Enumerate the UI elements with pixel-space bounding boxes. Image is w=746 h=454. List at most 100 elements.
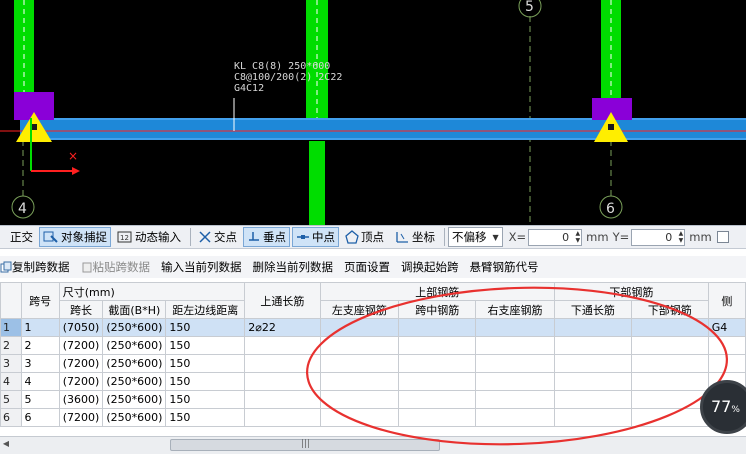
table-row[interactable]: 4 4 (7200) (250*600) 150 (0, 372, 746, 391)
side-rebar-cell[interactable] (707, 336, 746, 355)
span-length-header[interactable]: 跨长 (58, 300, 104, 319)
delete-column-button[interactable]: 删除当前列数据 (253, 259, 334, 275)
mid-span-cell[interactable] (398, 408, 477, 427)
top-through-cell[interactable] (244, 390, 321, 409)
y-offset-input[interactable]: 0 ▲ ▼ (631, 228, 686, 246)
bottom-through-cell[interactable] (553, 390, 632, 409)
left-support-cell[interactable] (319, 408, 400, 427)
rotate-checkbox[interactable] (716, 231, 729, 243)
top-through-cell[interactable] (244, 354, 321, 373)
bottom-rebar-cell[interactable] (630, 354, 709, 373)
left-support-cell[interactable] (319, 354, 400, 373)
mid-span-cell[interactable] (398, 336, 477, 355)
bottom-rebar-cell[interactable] (630, 372, 709, 391)
x-offset-input[interactable]: 0 ▲ ▼ (528, 228, 583, 246)
vertex-snap[interactable]: 顶点 (341, 227, 388, 247)
distance-left-cell[interactable]: 150 (165, 408, 246, 427)
left-support-cell[interactable] (319, 372, 400, 391)
distance-left-cell[interactable]: 150 (165, 372, 246, 391)
section-cell[interactable]: (250*600) (102, 336, 167, 355)
span-no-header[interactable]: 跨号 (20, 282, 60, 319)
right-support-cell[interactable] (475, 390, 555, 409)
row-number[interactable]: 5 (0, 390, 22, 409)
bottom-through-cell[interactable] (553, 372, 632, 391)
table-row[interactable]: 1 1 (7050) (250*600) 150 2⌀22 G4 (0, 318, 746, 337)
right-support-header[interactable]: 右支座钢筋 (475, 300, 555, 319)
left-support-header[interactable]: 左支座钢筋 (319, 300, 400, 319)
side-rebar-cell[interactable] (707, 354, 746, 373)
bottom-through-cell[interactable] (553, 318, 632, 337)
span-no-cell[interactable]: 1 (20, 318, 60, 337)
left-support-cell[interactable] (319, 318, 400, 337)
span-length-cell[interactable]: (7200) (58, 336, 104, 355)
span-no-cell[interactable]: 6 (20, 408, 60, 427)
cantilever-code-button[interactable]: 悬臂钢筋代号 (470, 259, 539, 275)
row-number[interactable]: 1 (0, 318, 22, 337)
right-support-cell[interactable] (475, 318, 555, 337)
bottom-rebar-cell[interactable] (630, 390, 709, 409)
bottom-through-cell[interactable] (553, 336, 632, 355)
object-snap-toggle[interactable]: 对象捕捉 (39, 227, 111, 247)
row-number[interactable]: 3 (0, 354, 22, 373)
top-through-cell[interactable] (244, 336, 321, 355)
section-cell[interactable]: (250*600) (102, 318, 167, 337)
left-support-cell[interactable] (319, 390, 400, 409)
row-number[interactable]: 6 (0, 408, 22, 427)
midpoint-snap[interactable]: 中点 (292, 227, 339, 247)
bottom-through-header[interactable]: 下通长筋 (553, 300, 632, 319)
progress-badge[interactable]: 77% (700, 380, 746, 434)
offset-mode-select[interactable]: 不偏移 ▼ (448, 227, 503, 247)
left-support-cell[interactable] (319, 336, 400, 355)
beam-span-grid[interactable]: 跨号 尺寸(mm) 上通长筋 上部钢筋 下部钢筋 侧 跨长 截面(B*H) 距左… (0, 282, 746, 436)
top-through-cell[interactable] (244, 408, 321, 427)
mid-span-header[interactable]: 跨中钢筋 (398, 300, 477, 319)
span-no-cell[interactable]: 3 (20, 354, 60, 373)
row-number[interactable]: 4 (0, 372, 22, 391)
input-column-button[interactable]: 输入当前列数据 (161, 259, 242, 275)
span-length-cell[interactable]: (7200) (58, 354, 104, 373)
right-support-cell[interactable] (475, 354, 555, 373)
dynamic-input-toggle[interactable]: 12 动态输入 (113, 227, 185, 247)
table-row[interactable]: 6 6 (7200) (250*600) 150 (0, 408, 746, 427)
distance-left-header[interactable]: 距左边线距离 (165, 300, 246, 319)
mid-span-cell[interactable] (398, 372, 477, 391)
page-setup-button[interactable]: 页面设置 (344, 259, 390, 275)
distance-left-cell[interactable]: 150 (165, 336, 246, 355)
mid-span-cell[interactable] (398, 318, 477, 337)
top-through-header[interactable]: 上通长筋 (244, 282, 321, 319)
section-cell[interactable]: (250*600) (102, 354, 167, 373)
distance-left-cell[interactable]: 150 (165, 354, 246, 373)
span-no-cell[interactable]: 4 (20, 372, 60, 391)
table-row[interactable]: 5 5 (3600) (250*600) 150 (0, 390, 746, 409)
cad-drawing[interactable]: × 5 4 6 (0, 0, 746, 225)
right-support-cell[interactable] (475, 408, 555, 427)
copy-span-button[interactable]: 复制跨数据 (0, 259, 70, 275)
table-row[interactable]: 2 2 (7200) (250*600) 150 (0, 336, 746, 355)
table-row[interactable]: 3 3 (7200) (250*600) 150 (0, 354, 746, 373)
coordinate-snap[interactable]: 坐标 (390, 227, 439, 247)
span-length-cell[interactable]: (7200) (58, 408, 104, 427)
bottom-rebar-cell[interactable] (630, 408, 709, 427)
bottom-through-cell[interactable] (553, 354, 632, 373)
bottom-through-cell[interactable] (553, 408, 632, 427)
bottom-rebar-header[interactable]: 下部钢筋 (630, 300, 709, 319)
section-cell[interactable]: (250*600) (102, 408, 167, 427)
section-cell[interactable]: (250*600) (102, 390, 167, 409)
top-through-cell[interactable] (244, 372, 321, 391)
side-rebar-cell[interactable]: G4 (707, 318, 746, 337)
scroll-left-icon[interactable]: ◀ (0, 439, 12, 451)
ortho-toggle[interactable]: 正交 (0, 227, 37, 247)
spin-arrows-icon[interactable]: ▲ ▼ (679, 230, 684, 244)
mid-span-cell[interactable] (398, 390, 477, 409)
intersection-snap[interactable]: 交点 (194, 227, 241, 247)
right-support-cell[interactable] (475, 372, 555, 391)
bottom-rebar-cell[interactable] (630, 336, 709, 355)
side-rebar-header[interactable]: 侧 (707, 282, 746, 319)
span-length-cell[interactable]: (7050) (58, 318, 104, 337)
span-length-cell[interactable]: (3600) (58, 390, 104, 409)
perpendicular-snap[interactable]: 垂点 (243, 227, 290, 247)
section-header[interactable]: 截面(B*H) (102, 300, 167, 319)
scrollbar-thumb[interactable]: ||| (170, 439, 440, 451)
span-no-cell[interactable]: 5 (20, 390, 60, 409)
span-length-cell[interactable]: (7200) (58, 372, 104, 391)
